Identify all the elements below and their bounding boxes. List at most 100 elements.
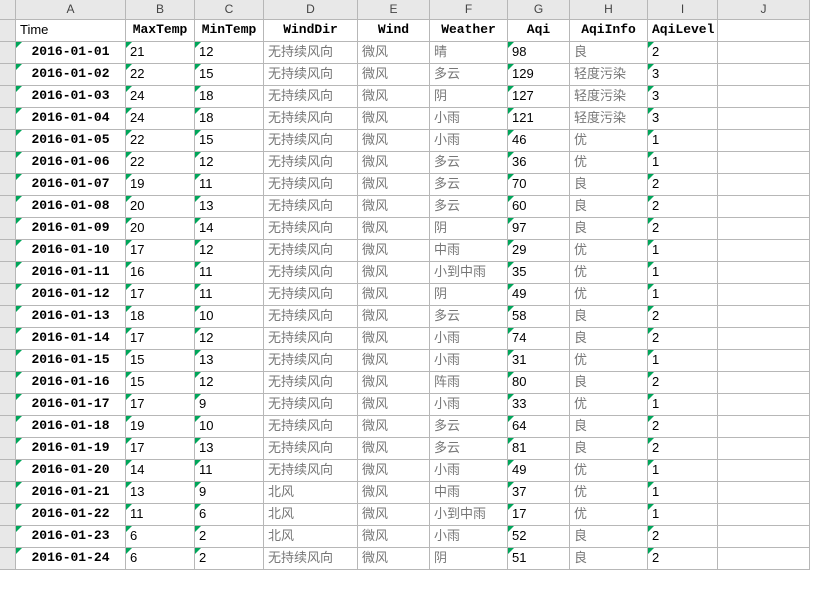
header-cell[interactable]: AqiLevel	[648, 20, 718, 42]
data-cell[interactable]: 良	[570, 372, 648, 394]
corner-cell[interactable]	[0, 0, 16, 20]
data-cell[interactable]: 良	[570, 174, 648, 196]
data-cell[interactable]: 2016-01-17	[16, 394, 126, 416]
data-cell[interactable]: 无持续风向	[264, 218, 358, 240]
data-cell[interactable]: 127	[508, 86, 570, 108]
spreadsheet-grid[interactable]: ABCDEFGHIJTimeMaxTempMinTempWindDirWindW…	[0, 0, 820, 570]
data-cell[interactable]: 无持续风向	[264, 64, 358, 86]
data-cell[interactable]: 微风	[358, 108, 430, 130]
data-cell[interactable]: 微风	[358, 306, 430, 328]
data-cell[interactable]: 多云	[430, 196, 508, 218]
data-cell[interactable]: 良	[570, 526, 648, 548]
empty-cell[interactable]	[718, 262, 810, 284]
data-cell[interactable]: 无持续风向	[264, 42, 358, 64]
data-cell[interactable]: 多云	[430, 416, 508, 438]
data-cell[interactable]: 小雨	[430, 350, 508, 372]
data-cell[interactable]: 微风	[358, 460, 430, 482]
data-cell[interactable]: 18	[195, 108, 264, 130]
data-cell[interactable]: 多云	[430, 306, 508, 328]
data-cell[interactable]: 微风	[358, 372, 430, 394]
header-cell[interactable]: Time	[16, 20, 126, 42]
data-cell[interactable]: 无持续风向	[264, 284, 358, 306]
data-cell[interactable]: 81	[508, 438, 570, 460]
data-cell[interactable]: 3	[648, 86, 718, 108]
data-cell[interactable]: 13	[126, 482, 195, 504]
data-cell[interactable]: 24	[126, 86, 195, 108]
data-cell[interactable]: 70	[508, 174, 570, 196]
data-cell[interactable]: 微风	[358, 438, 430, 460]
empty-cell[interactable]	[718, 130, 810, 152]
data-cell[interactable]: 无持续风向	[264, 416, 358, 438]
data-cell[interactable]: 35	[508, 262, 570, 284]
data-cell[interactable]: 优	[570, 130, 648, 152]
data-cell[interactable]: 微风	[358, 218, 430, 240]
data-cell[interactable]: 微风	[358, 526, 430, 548]
data-cell[interactable]: 北风	[264, 482, 358, 504]
data-cell[interactable]: 15	[126, 350, 195, 372]
data-cell[interactable]: 22	[126, 130, 195, 152]
data-cell[interactable]: 1	[648, 240, 718, 262]
data-cell[interactable]: 优	[570, 482, 648, 504]
data-cell[interactable]: 22	[126, 152, 195, 174]
data-cell[interactable]: 中雨	[430, 482, 508, 504]
empty-cell[interactable]	[718, 64, 810, 86]
row-header[interactable]	[0, 350, 16, 372]
data-cell[interactable]: 2016-01-24	[16, 548, 126, 570]
data-cell[interactable]: 微风	[358, 350, 430, 372]
data-cell[interactable]: 无持续风向	[264, 350, 358, 372]
data-cell[interactable]: 微风	[358, 196, 430, 218]
data-cell[interactable]: 无持续风向	[264, 240, 358, 262]
data-cell[interactable]: 微风	[358, 548, 430, 570]
empty-cell[interactable]	[718, 416, 810, 438]
data-cell[interactable]: 11	[195, 174, 264, 196]
data-cell[interactable]: 良	[570, 548, 648, 570]
data-cell[interactable]: 1	[648, 130, 718, 152]
data-cell[interactable]: 良	[570, 328, 648, 350]
row-header[interactable]	[0, 240, 16, 262]
empty-cell[interactable]	[718, 174, 810, 196]
row-header[interactable]	[0, 20, 16, 42]
header-cell[interactable]: MaxTemp	[126, 20, 195, 42]
data-cell[interactable]: 小雨	[430, 328, 508, 350]
header-cell[interactable]: Aqi	[508, 20, 570, 42]
data-cell[interactable]: 17	[126, 284, 195, 306]
data-cell[interactable]: 11	[195, 262, 264, 284]
empty-cell[interactable]	[718, 460, 810, 482]
data-cell[interactable]: 1	[648, 504, 718, 526]
data-cell[interactable]: 11	[195, 460, 264, 482]
data-cell[interactable]: 2	[648, 306, 718, 328]
data-cell[interactable]: 晴	[430, 42, 508, 64]
data-cell[interactable]: 良	[570, 218, 648, 240]
data-cell[interactable]: 12	[195, 372, 264, 394]
data-cell[interactable]: 12	[195, 240, 264, 262]
column-header[interactable]: A	[16, 0, 126, 20]
empty-cell[interactable]	[718, 548, 810, 570]
empty-cell[interactable]	[718, 306, 810, 328]
data-cell[interactable]: 21	[126, 42, 195, 64]
data-cell[interactable]: 51	[508, 548, 570, 570]
row-header[interactable]	[0, 196, 16, 218]
data-cell[interactable]: 无持续风向	[264, 152, 358, 174]
row-header[interactable]	[0, 504, 16, 526]
data-cell[interactable]: 60	[508, 196, 570, 218]
data-cell[interactable]: 12	[195, 328, 264, 350]
data-cell[interactable]: 15	[126, 372, 195, 394]
data-cell[interactable]: 6	[126, 526, 195, 548]
empty-cell[interactable]	[718, 42, 810, 64]
data-cell[interactable]: 2	[648, 416, 718, 438]
data-cell[interactable]: 49	[508, 460, 570, 482]
row-header[interactable]	[0, 394, 16, 416]
empty-cell[interactable]	[718, 438, 810, 460]
data-cell[interactable]: 无持续风向	[264, 328, 358, 350]
data-cell[interactable]: 20	[126, 196, 195, 218]
data-cell[interactable]: 2016-01-02	[16, 64, 126, 86]
empty-cell[interactable]	[718, 284, 810, 306]
data-cell[interactable]: 1	[648, 152, 718, 174]
column-header[interactable]: B	[126, 0, 195, 20]
header-cell[interactable]: WindDir	[264, 20, 358, 42]
data-cell[interactable]: 6	[126, 548, 195, 570]
data-cell[interactable]: 无持续风向	[264, 196, 358, 218]
data-cell[interactable]: 微风	[358, 504, 430, 526]
data-cell[interactable]: 优	[570, 262, 648, 284]
data-cell[interactable]: 9	[195, 482, 264, 504]
